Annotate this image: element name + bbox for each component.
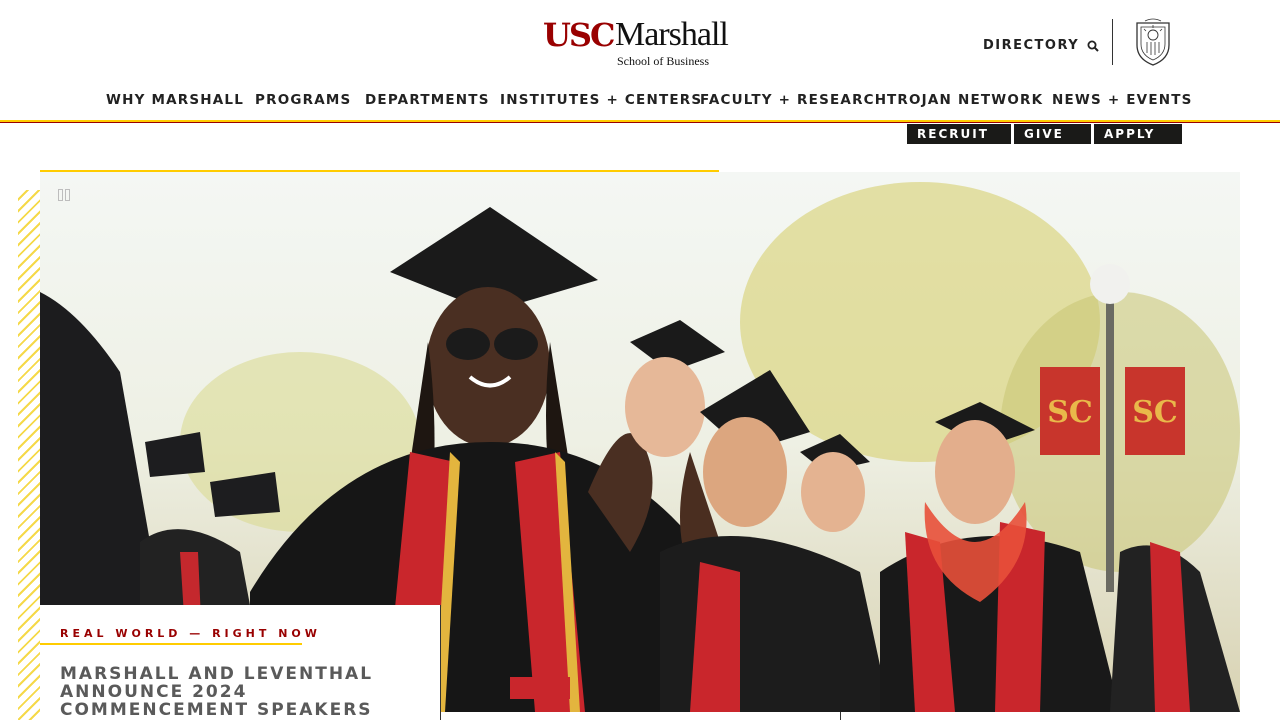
- story-headline[interactable]: MARSHALL AND LEVENTHAL ANNOUNCE 2024 COM…: [60, 665, 420, 719]
- nav-trojan-network[interactable]: TROJAN NETWORK: [887, 92, 1043, 108]
- logo-subtitle: School of Business: [617, 54, 710, 68]
- directory-link[interactable]: DIRECTORY: [983, 38, 1099, 53]
- nav-why-marshall[interactable]: WHY MARSHALL: [106, 92, 244, 108]
- nav-programs[interactable]: PROGRAMS: [255, 92, 351, 108]
- directory-label: DIRECTORY: [983, 38, 1080, 53]
- card-divider-right: [840, 712, 841, 720]
- nav-rule-cardinal: [0, 122, 1280, 123]
- pause-icon-bar: [65, 189, 70, 201]
- pause-icon: [58, 189, 63, 201]
- usc-seal-icon[interactable]: [1133, 17, 1173, 67]
- story-kicker-rule: [40, 643, 302, 645]
- recruit-button[interactable]: RECRUIT: [907, 124, 1011, 144]
- logo-marshall-text: Marshall: [615, 16, 729, 53]
- pause-button[interactable]: [58, 189, 72, 203]
- hero-stripe-decoration: [18, 190, 40, 720]
- nav-news-events[interactable]: NEWS + EVENTS: [1052, 92, 1193, 108]
- logo-usc-text: USC: [543, 16, 615, 54]
- nav-departments[interactable]: DEPARTMENTS: [365, 92, 490, 108]
- apply-button[interactable]: APPLY: [1094, 124, 1182, 144]
- search-icon: [1087, 40, 1099, 52]
- story-kicker: REAL WORLD — RIGHT NOW: [60, 627, 321, 640]
- banner-left-text: SC: [1047, 395, 1093, 430]
- give-button[interactable]: GIVE: [1014, 124, 1091, 144]
- banner-right-text: SC: [1132, 395, 1178, 430]
- nav-faculty-research[interactable]: FACULTY + RESEARCH: [700, 92, 887, 108]
- card-divider-left: [440, 605, 441, 720]
- main-nav: WHY MARSHALL PROGRAMS DEPARTMENTS INSTIT…: [0, 90, 1280, 112]
- nav-institutes-centers[interactable]: INSTITUTES + CENTERS: [500, 92, 702, 108]
- usc-marshall-logo[interactable]: USC Marshall School of Business: [543, 16, 739, 68]
- featured-story-card: REAL WORLD — RIGHT NOW MARSHALL AND LEVE…: [40, 605, 440, 720]
- header-divider: [1112, 19, 1113, 65]
